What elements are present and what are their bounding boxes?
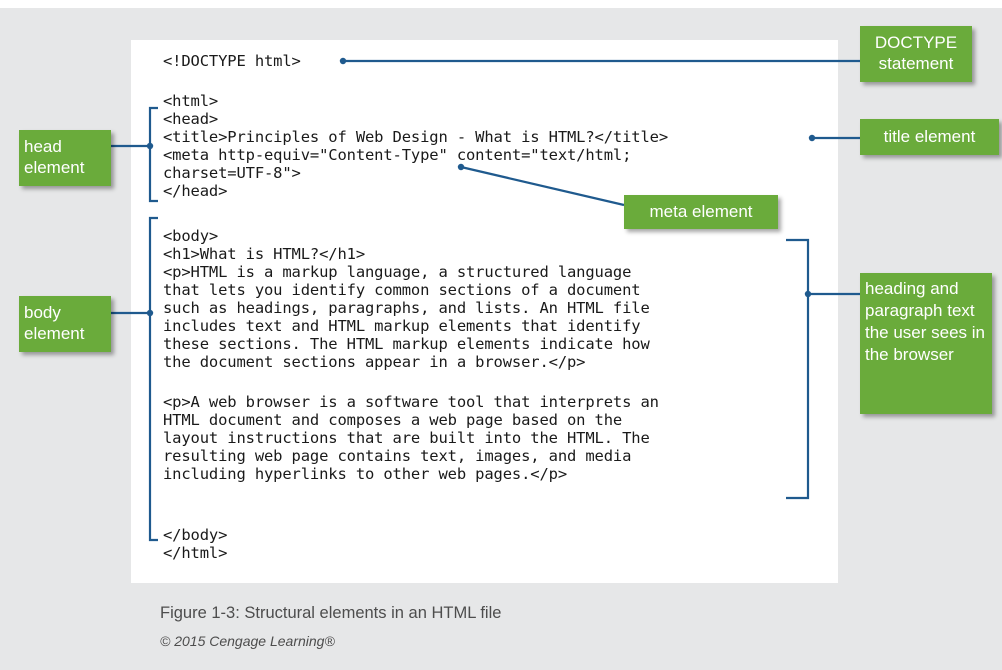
figure-credit: © 2015 Cengage Learning® xyxy=(160,633,335,649)
text-dot xyxy=(804,290,812,298)
meta-connector xyxy=(460,165,625,207)
connector-layer xyxy=(111,57,860,542)
title-dot xyxy=(808,134,816,142)
callout-meta-element: meta element xyxy=(624,195,778,229)
callout-head-element: head element xyxy=(19,130,111,186)
body-bracket xyxy=(148,216,158,542)
callout-doctype-statement: DOCTYPE statement xyxy=(860,26,972,82)
head-dot xyxy=(146,142,154,150)
meta-dot xyxy=(457,163,465,171)
head-bracket xyxy=(148,106,158,203)
callout-title-element: title element xyxy=(860,119,999,155)
figure-caption: Figure 1-3: Structural elements in an HT… xyxy=(160,604,502,622)
callout-body-element: body element xyxy=(19,296,111,352)
body-dot xyxy=(146,309,154,317)
text-bracket xyxy=(786,238,810,500)
callout-heading-paragraph-text: heading and paragraph text the user sees… xyxy=(860,273,992,414)
doctype-dot xyxy=(339,57,347,65)
